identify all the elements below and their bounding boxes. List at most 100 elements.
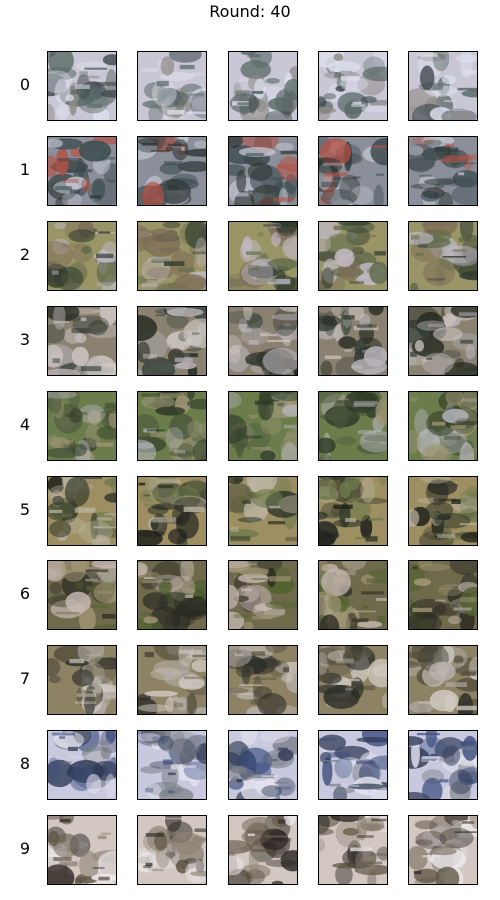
image-content (48, 731, 116, 799)
generated-image-tile (47, 645, 117, 715)
generated-image-tile (137, 476, 207, 546)
generated-image-tile (408, 476, 478, 546)
generated-image-tile (408, 815, 478, 885)
generated-image-tile (137, 815, 207, 885)
image-content (48, 307, 116, 375)
image-content (409, 731, 477, 799)
generated-image-tile (318, 51, 388, 121)
generated-image-tile (408, 560, 478, 630)
image-content (229, 222, 297, 290)
generated-image-tile (137, 730, 207, 800)
generated-image-tile (408, 306, 478, 376)
image-content (229, 646, 297, 714)
generated-image-tile (137, 560, 207, 630)
image-content (48, 392, 116, 460)
generated-image-tile (408, 391, 478, 461)
generated-image-tile (47, 476, 117, 546)
row-label: 6 (19, 584, 31, 603)
image-content (409, 222, 477, 290)
image-grid: 0 1 2 3 4 5 6 7 8 9 (0, 0, 500, 900)
generated-image-tile (228, 221, 298, 291)
image-content (48, 52, 116, 120)
image-content (48, 222, 116, 290)
generated-image-tile (47, 306, 117, 376)
image-content (319, 816, 387, 884)
generated-image-tile (318, 221, 388, 291)
image-content (229, 561, 297, 629)
image-content (138, 477, 206, 545)
generated-image-tile (137, 221, 207, 291)
image-content (229, 392, 297, 460)
row-label: 7 (19, 669, 31, 688)
generated-image-tile (318, 815, 388, 885)
image-content (319, 52, 387, 120)
generated-image-tile (408, 730, 478, 800)
row-label: 1 (19, 160, 31, 179)
image-content (138, 52, 206, 120)
generated-image-tile (228, 815, 298, 885)
generated-image-tile (228, 136, 298, 206)
image-content (229, 137, 297, 205)
row-label: 4 (19, 415, 31, 434)
image-content (138, 222, 206, 290)
image-content (409, 52, 477, 120)
generated-image-tile (228, 391, 298, 461)
generated-image-tile (408, 136, 478, 206)
generated-image-tile (137, 645, 207, 715)
generated-image-tile (47, 730, 117, 800)
generated-image-tile (47, 560, 117, 630)
image-content (138, 392, 206, 460)
row-label: 9 (19, 839, 31, 858)
image-content (319, 646, 387, 714)
image-content (319, 307, 387, 375)
generated-image-tile (318, 730, 388, 800)
generated-image-tile (318, 136, 388, 206)
image-content (409, 561, 477, 629)
image-content (229, 52, 297, 120)
generated-image-tile (228, 306, 298, 376)
image-content (229, 307, 297, 375)
image-content (48, 561, 116, 629)
generated-image-tile (318, 391, 388, 461)
image-content (229, 816, 297, 884)
generated-image-tile (137, 136, 207, 206)
image-content (138, 731, 206, 799)
image-content (409, 477, 477, 545)
image-content (319, 222, 387, 290)
image-content (229, 731, 297, 799)
row-label: 5 (19, 500, 31, 519)
generated-image-tile (408, 221, 478, 291)
image-content (319, 561, 387, 629)
generated-image-tile (318, 560, 388, 630)
generated-image-tile (47, 221, 117, 291)
image-content (138, 307, 206, 375)
image-content (229, 477, 297, 545)
image-content (48, 816, 116, 884)
generated-image-tile (228, 560, 298, 630)
generated-image-tile (137, 51, 207, 121)
row-label: 0 (19, 75, 31, 94)
image-content (138, 646, 206, 714)
generated-image-tile (47, 136, 117, 206)
image-content (138, 816, 206, 884)
image-content (48, 477, 116, 545)
image-content (319, 731, 387, 799)
image-content (319, 392, 387, 460)
row-label: 8 (19, 754, 31, 773)
image-content (319, 477, 387, 545)
generated-image-tile (408, 645, 478, 715)
generated-image-tile (228, 51, 298, 121)
image-content (319, 137, 387, 205)
image-content (409, 392, 477, 460)
generated-image-tile (137, 391, 207, 461)
row-label: 3 (19, 330, 31, 349)
generated-image-tile (318, 645, 388, 715)
generated-image-tile (228, 645, 298, 715)
generated-image-tile (318, 476, 388, 546)
generated-image-tile (318, 306, 388, 376)
image-content (409, 137, 477, 205)
generated-image-tile (137, 306, 207, 376)
image-content (409, 816, 477, 884)
image-content (138, 137, 206, 205)
generated-image-tile (47, 391, 117, 461)
